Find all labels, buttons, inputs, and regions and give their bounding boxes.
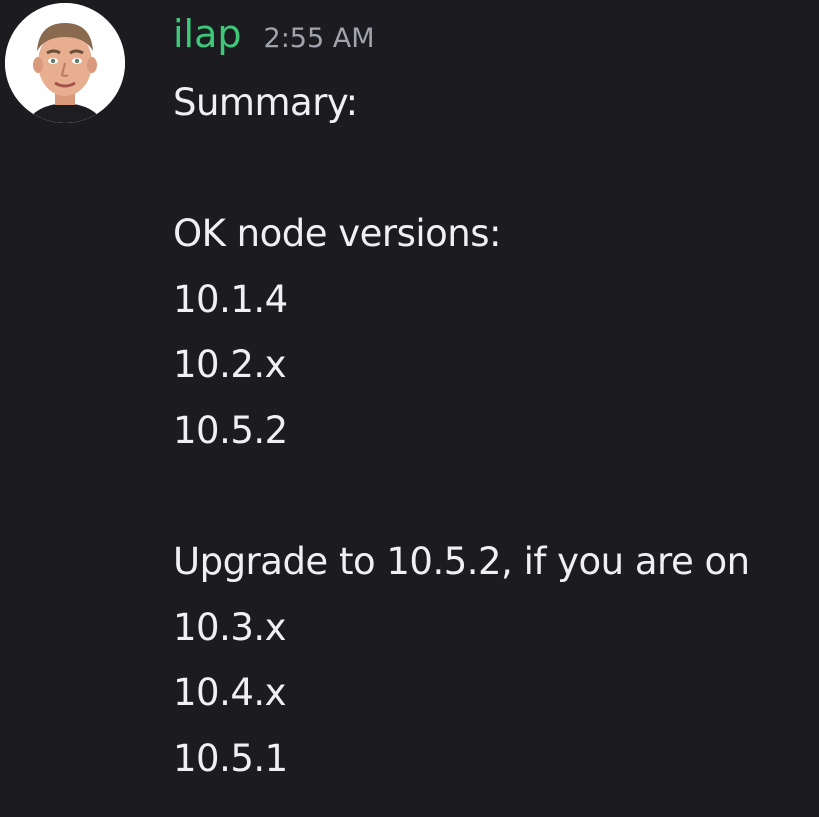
message-header: ilap 2:55 AM [173,6,375,62]
message-line: 10.5.1 [173,736,288,780]
message-line: 10.2.x [173,343,287,387]
message-line-blank [173,136,813,202]
message-line-blank [173,464,813,530]
message-line: 10.3.x [173,605,287,649]
message-line: Upgrade to 10.5.2, if you are on [173,540,750,584]
message-line: 10.5.2 [173,408,288,452]
user-avatar-icon [5,3,125,123]
message-body: Summary: OK node versions: 10.1.4 10.2.x… [173,70,813,792]
message-line: 10.1.4 [173,277,288,321]
message-line: Summary: [173,81,358,124]
message-line: 10.4.x [173,671,287,715]
message-line: OK node versions: [173,212,502,256]
chat-message: ilap 2:55 AM Summary: OK node versions: … [0,0,819,817]
avatar[interactable] [5,3,125,123]
author-name[interactable]: ilap [173,6,242,62]
message-timestamp[interactable]: 2:55 AM [264,11,375,67]
